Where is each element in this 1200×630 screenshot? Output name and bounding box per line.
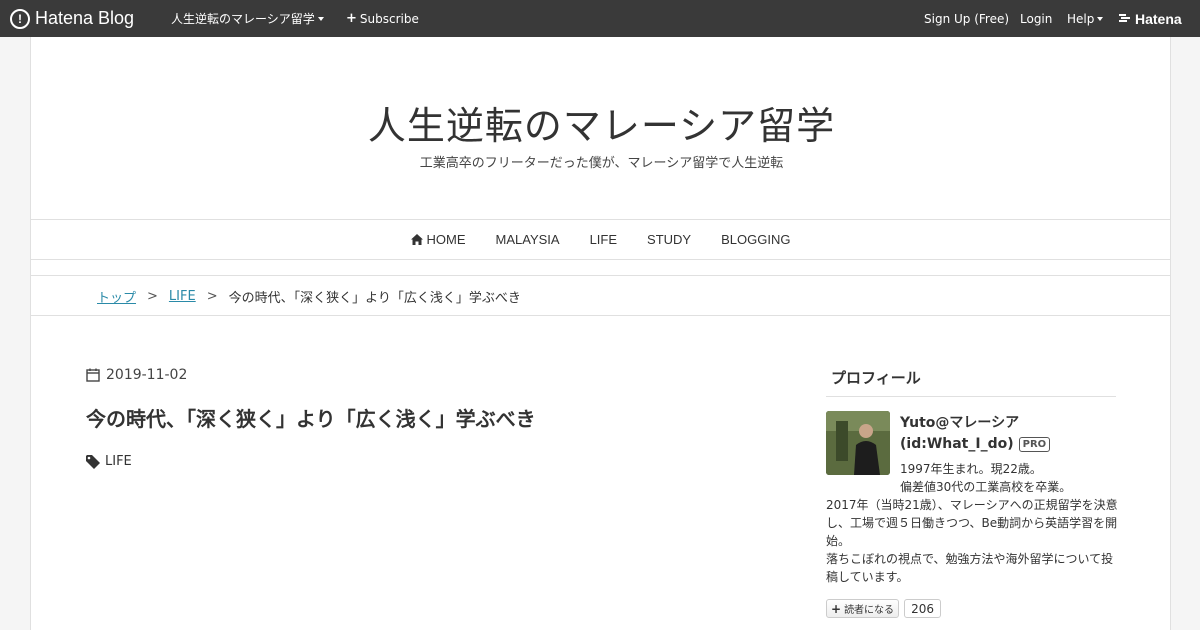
profile-name[interactable]: Yuto@マレーシア (id:What_I_do) PRO (900, 413, 1051, 455)
chevron-down-icon (1097, 16, 1104, 21)
subscribe-button-label: 読者になる (844, 605, 895, 616)
subscribe-button[interactable]: + 読者になる (826, 599, 900, 618)
nav-label: LIFE (589, 232, 618, 247)
hatena-brand-label: Hatena (1135, 10, 1182, 27)
subscribe-label: Subscribe (359, 11, 419, 26)
profile-description-long: 2017年（当時21歳）、マレーシアへの正規留学を決意し、工場で週５日働きつつ、… (826, 496, 1118, 586)
nav-label: MALAYSIA (495, 232, 560, 247)
pro-badge: PRO (1018, 437, 1051, 452)
plus-icon: + (346, 11, 357, 26)
blog-container: 人生逆転のマレーシア留学 工業高卒のフリーターだった僕が、マレーシア留学で人生逆… (30, 37, 1171, 630)
signup-link[interactable]: Sign Up (Free) (924, 0, 1009, 37)
breadcrumb-top-link[interactable]: トップ (97, 287, 136, 306)
blog-menu-label: 人生逆転のマレーシア留学 (171, 12, 315, 26)
profile-desc-line: 偏差値30代の工業高校を卒業。 (900, 480, 1072, 494)
plus-icon: + (831, 601, 842, 616)
nav-item-life[interactable]: LIFE (590, 232, 617, 247)
tag-icon (86, 454, 100, 469)
home-icon (410, 234, 423, 245)
sidebar-profile-module: プロフィール Yuto@マレーシア (id:What_I_do) PRO 1997… (826, 367, 1118, 618)
logo-text: Hatena Blog (35, 8, 135, 28)
profile-id: (id:What_I_do) (900, 436, 1014, 452)
profile-description-short: 1997年生まれ。現22歳。 偏差値30代の工業高校を卒業。 (900, 460, 1071, 496)
global-nav: HOME MALAYSIA LIFE STUDY BLOGGING (30, 219, 1171, 260)
nav-item-home[interactable]: HOME (410, 232, 466, 247)
login-link[interactable]: Login (1020, 0, 1052, 37)
nav-item-blogging[interactable]: BLOGGING (721, 232, 790, 247)
nav-label: STUDY (647, 232, 692, 247)
profile-desc-line: 1997年生まれ。現22歳。 (900, 462, 1042, 476)
help-menu[interactable]: Help (1067, 0, 1104, 37)
avatar-image (826, 411, 890, 475)
subscribe-widget: + 読者になる 206 (826, 599, 941, 618)
entry-category-label: LIFE (105, 454, 132, 469)
calendar-icon (86, 368, 100, 382)
nav-label: BLOGGING (721, 232, 791, 247)
nav-item-study[interactable]: STUDY (647, 232, 691, 247)
subscriber-count: 206 (904, 599, 941, 618)
hatena-mark-icon (1119, 14, 1130, 22)
entry-category[interactable]: LIFE (86, 454, 132, 469)
breadcrumb-separator: > (206, 289, 218, 304)
breadcrumb-current: 今の時代、「深く狭く」より「広く浅く」学ぶべき (228, 291, 521, 306)
help-label: Help (1067, 11, 1095, 26)
profile-display-name: Yuto@マレーシア (900, 415, 1020, 431)
blog-description: 工業高卒のフリーターだった僕が、マレーシア留学で人生逆転 (419, 156, 784, 171)
breadcrumb-separator: > (147, 289, 158, 304)
hatena-brand-link[interactable]: Hatena (1118, 0, 1182, 37)
signup-label: Sign Up (Free) (924, 11, 1010, 26)
subscribe-link[interactable]: + Subscribe (346, 0, 419, 37)
hatena-topbar: ! Hatena Blog 人生逆転のマレーシア留学 + Subscribe S… (0, 0, 1200, 37)
hatena-logo-icon: ! (10, 8, 30, 29)
sidebar-title: プロフィール (826, 367, 1116, 397)
breadcrumb-category-link[interactable]: LIFE (169, 289, 196, 304)
login-label: Login (1020, 11, 1053, 26)
entry-title[interactable]: 今の時代、「深く狭く」より「広く浅く」学ぶべき (86, 403, 536, 432)
profile-desc-paragraph: 落ちこぼれの視点で、勉強方法や海外留学について投稿しています。 (826, 552, 1114, 584)
blog-title[interactable]: 人生逆転のマレーシア留学 (31, 95, 1172, 150)
hatena-blog-logo[interactable]: ! Hatena Blog (10, 0, 134, 37)
profile-desc-paragraph: 2017年（当時21歳）、マレーシアへの正規留学を決意し、工場で週５日働きつつ、… (826, 498, 1118, 548)
breadcrumb: トップ > LIFE > 今の時代、「深く狭く」より「広く浅く」学ぶべき (97, 287, 521, 306)
entry-date[interactable]: 2019-11-02 (86, 367, 187, 383)
avatar[interactable] (826, 411, 890, 475)
chevron-down-icon (317, 16, 324, 21)
nav-item-malaysia[interactable]: MALAYSIA (496, 232, 560, 247)
nav-label: HOME (426, 232, 466, 247)
blog-menu[interactable]: 人生逆転のマレーシア留学 (171, 0, 324, 37)
entry-date-text: 2019-11-02 (106, 367, 188, 383)
